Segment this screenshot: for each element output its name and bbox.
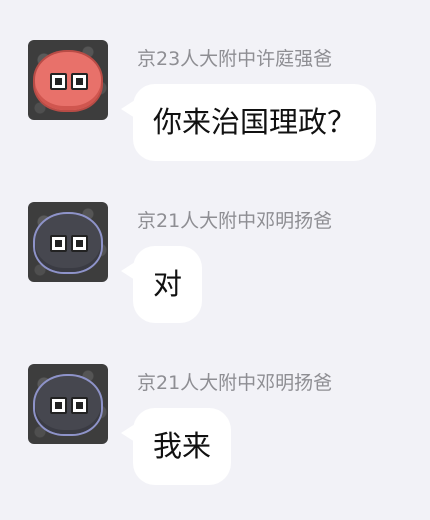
- sender-name: 京21人大附中邓明扬爸: [137, 210, 333, 232]
- eye-icon: [50, 235, 67, 252]
- sender-avatar[interactable]: [28, 202, 108, 282]
- sender-avatar[interactable]: [28, 364, 108, 444]
- gray-blob-avatar-icon: [35, 214, 101, 272]
- eye-icon: [50, 73, 67, 90]
- message-bubble[interactable]: 你来治国理政？: [133, 84, 377, 161]
- sender-name: 京21人大附中邓明扬爸: [137, 372, 333, 394]
- message-bubble[interactable]: 我来: [133, 408, 232, 485]
- eye-icon: [50, 397, 67, 414]
- eye-icon: [71, 73, 88, 90]
- gray-blob-avatar-icon: [35, 376, 101, 434]
- chat-view: 京23人大附中许庭强爸 你来治国理政？ 京21人大附中邓明扬爸 对 京21人大附…: [0, 0, 430, 520]
- red-blob-avatar-icon: [35, 52, 101, 110]
- sender-name: 京23人大附中许庭强爸: [137, 48, 333, 70]
- message-bubble[interactable]: 对: [133, 246, 203, 323]
- sender-avatar[interactable]: [28, 40, 108, 120]
- eye-icon: [71, 397, 88, 414]
- eye-icon: [71, 235, 88, 252]
